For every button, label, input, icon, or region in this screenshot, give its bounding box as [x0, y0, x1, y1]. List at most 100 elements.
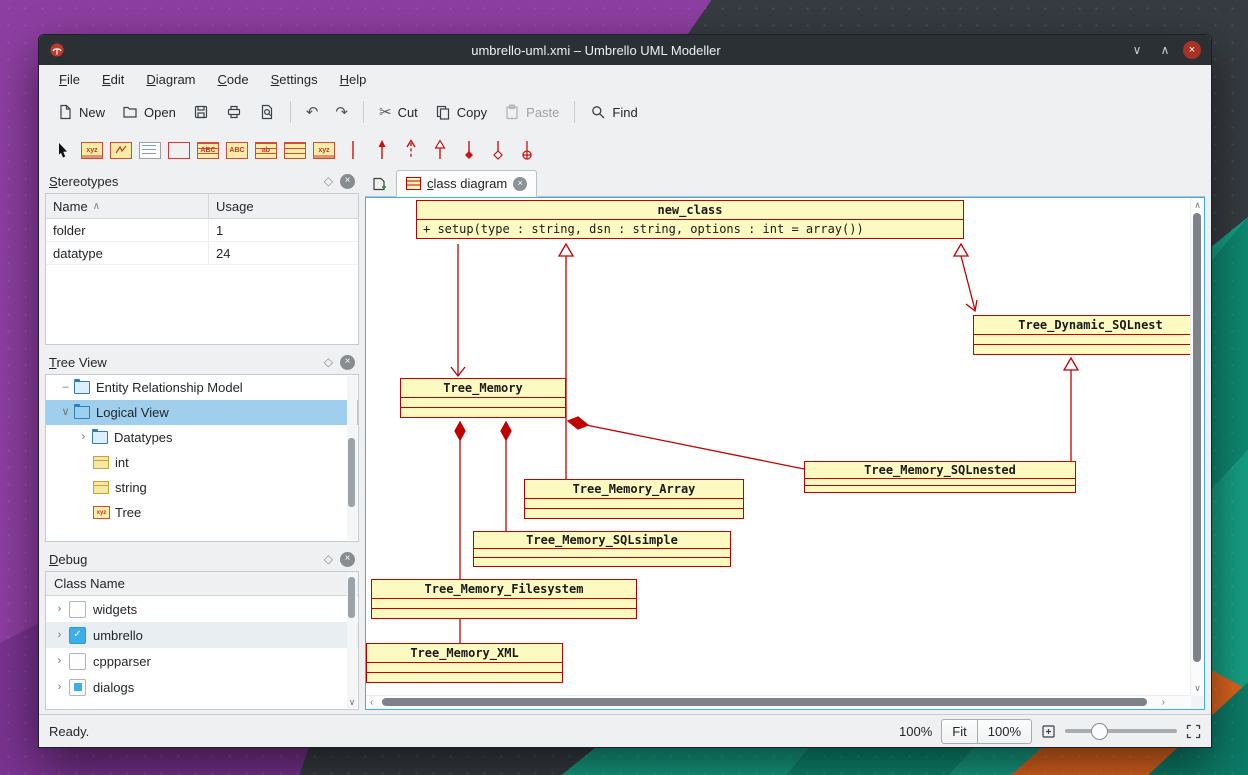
zoom-slider[interactable]	[1065, 720, 1177, 742]
scroll-left-icon[interactable]: ‹	[370, 697, 373, 708]
tree-item-datatypes[interactable]: › Datatypes	[46, 425, 358, 450]
tree-item-string[interactable]: string	[46, 475, 358, 500]
checkbox-unchecked[interactable]	[69, 653, 86, 670]
table-row[interactable]: datatype 24	[46, 242, 358, 265]
uml-class-tree-memory-sqlnested[interactable]: Tree_Memory_SQLnested	[804, 461, 1076, 493]
zoom-fit-button[interactable]: Fit	[941, 719, 977, 744]
scrollbar-thumb[interactable]	[382, 698, 1147, 706]
uml-class-tree-dynamic-sqlnested[interactable]: Tree_Dynamic_SQLnest	[973, 315, 1205, 355]
entity-tool[interactable]	[283, 138, 307, 162]
debug-column-header[interactable]: Class Name	[46, 572, 358, 596]
expand-arrow-icon[interactable]: ›	[52, 630, 67, 641]
scroll-right-icon[interactable]: ›	[1162, 697, 1165, 708]
uml-class-new-class[interactable]: new_class + setup(type : string, dsn : s…	[416, 200, 964, 239]
menu-help[interactable]: Help	[330, 69, 377, 90]
uml-class-tree-memory[interactable]: Tree_Memory	[400, 378, 566, 418]
scrollbar-thumb[interactable]	[348, 438, 355, 507]
menu-settings[interactable]: Settings	[261, 69, 328, 90]
float-panel-icon[interactable]: ◇	[324, 175, 333, 187]
new-button[interactable]: New	[49, 99, 113, 125]
canvas-vertical-scrollbar[interactable]: ∧ ∨	[1190, 198, 1204, 696]
interface-tool[interactable]	[109, 138, 133, 162]
save-button[interactable]	[185, 99, 217, 125]
slider-track[interactable]	[1065, 729, 1177, 733]
datatype-tool[interactable]: xyz	[312, 138, 336, 162]
copy-button[interactable]: Copy	[427, 99, 495, 125]
titlebar[interactable]: umbrello-uml.xmi – Umbrello UML Modeller…	[39, 35, 1211, 65]
table-row[interactable]: folder 1	[46, 219, 358, 242]
tree-item-int[interactable]: int	[46, 450, 358, 475]
close-button[interactable]: ×	[1183, 41, 1201, 59]
class-tool[interactable]: xyz	[80, 138, 104, 162]
composition-treememory-to-sqlsimple[interactable]	[501, 422, 511, 531]
float-panel-icon[interactable]: ◇	[324, 553, 333, 565]
expand-arrow-icon[interactable]: ›	[76, 432, 91, 443]
association-tool[interactable]	[341, 138, 365, 162]
text-tool[interactable]: ABC	[196, 138, 220, 162]
uml-class-tree-memory-filesystem[interactable]: Tree_Memory_Filesystem	[371, 579, 637, 619]
debug-item-cppparser[interactable]: › cppparser	[46, 648, 358, 674]
debug-item-umbrello[interactable]: › ✓ umbrello	[46, 622, 358, 648]
find-button[interactable]: Find	[582, 99, 645, 125]
close-panel-icon[interactable]: ×	[340, 174, 355, 189]
minimize-button[interactable]: ∨	[1127, 40, 1147, 60]
cut-button[interactable]: ✂ Cut	[371, 100, 426, 125]
print-preview-button[interactable]	[251, 99, 283, 125]
tab-close-icon[interactable]: ×	[513, 177, 527, 191]
relation-newclass-to-treedynamic[interactable]	[954, 244, 977, 311]
collapse-arrow-icon[interactable]: ∨	[58, 407, 73, 418]
box-tool[interactable]	[167, 138, 191, 162]
uml-class-tree-memory-sqlsimple[interactable]: Tree_Memory_SQLsimple	[473, 531, 731, 567]
zoom-100-button[interactable]: 100%	[977, 719, 1032, 744]
containment-tool[interactable]	[515, 138, 539, 162]
tree-item-entity-relationship-model[interactable]: – Entity Relationship Model	[46, 375, 358, 400]
checkbox-unchecked[interactable]	[69, 601, 86, 618]
generalization-tool[interactable]	[428, 138, 452, 162]
maximize-button[interactable]: ∧	[1155, 40, 1175, 60]
close-panel-icon[interactable]: ×	[340, 552, 355, 567]
zoom-page-button[interactable]	[1041, 724, 1056, 739]
new-tab-button[interactable]	[367, 172, 391, 195]
slider-knob[interactable]	[1091, 723, 1108, 740]
expand-arrow-icon[interactable]: ›	[52, 682, 67, 693]
note-tool[interactable]	[138, 138, 162, 162]
menu-file[interactable]: File	[49, 69, 90, 90]
open-button[interactable]: Open	[114, 99, 184, 125]
column-header-usage[interactable]: Usage	[209, 194, 358, 218]
tree-item-logical-view[interactable]: ∨ Logical View	[46, 400, 358, 425]
composition-treememory-to-sqlnested[interactable]	[568, 417, 804, 469]
directed-association-tool[interactable]	[370, 138, 394, 162]
canvas-horizontal-scrollbar[interactable]: ‹ ›	[366, 695, 1191, 709]
checkbox-checked[interactable]: ✓	[69, 627, 86, 644]
uml-class-tree-memory-xml[interactable]: Tree_Memory_XML	[366, 643, 563, 683]
expand-arrow-icon[interactable]: ›	[52, 604, 67, 615]
dependency-tool[interactable]	[399, 138, 423, 162]
debug-item-widgets[interactable]: › widgets	[46, 596, 358, 622]
select-arrow-tool[interactable]	[51, 138, 75, 162]
generalization-array-to-newclass[interactable]	[559, 244, 573, 479]
close-panel-icon[interactable]: ×	[340, 355, 355, 370]
print-button[interactable]	[218, 99, 250, 125]
menu-diagram[interactable]: Diagram	[136, 69, 205, 90]
column-header-name[interactable]: Name ∧	[46, 194, 209, 218]
debug-item-dialogs[interactable]: › dialogs	[46, 674, 358, 700]
tree-view-scrollbar[interactable]	[347, 376, 357, 540]
scroll-up-icon[interactable]: ∧	[1191, 200, 1204, 211]
debug-scrollbar[interactable]: ∨	[347, 573, 357, 708]
tree-item-tree[interactable]: xyz Tree	[46, 500, 358, 525]
aggregation-tool[interactable]	[486, 138, 510, 162]
scroll-down-icon[interactable]: ∨	[1191, 683, 1204, 694]
enum-tool[interactable]: ABC	[225, 138, 249, 162]
paste-button[interactable]: Paste	[496, 99, 567, 125]
association-newclass-to-treememory[interactable]	[451, 244, 465, 376]
expand-arrow-icon[interactable]: ›	[52, 656, 67, 667]
object-tool[interactable]: ab	[254, 138, 278, 162]
float-panel-icon[interactable]: ◇	[324, 356, 333, 368]
generalization-sqlnested-to-treedynamic[interactable]	[1064, 358, 1078, 461]
composition-tool[interactable]	[457, 138, 481, 162]
scrollbar-thumb[interactable]	[1193, 213, 1201, 662]
checkbox-partial[interactable]	[69, 679, 86, 696]
uml-class-tree-memory-array[interactable]: Tree_Memory_Array	[524, 479, 744, 519]
diagram-canvas[interactable]: new_class + setup(type : string, dsn : s…	[365, 197, 1205, 710]
scroll-down-icon[interactable]: ∨	[347, 697, 357, 708]
